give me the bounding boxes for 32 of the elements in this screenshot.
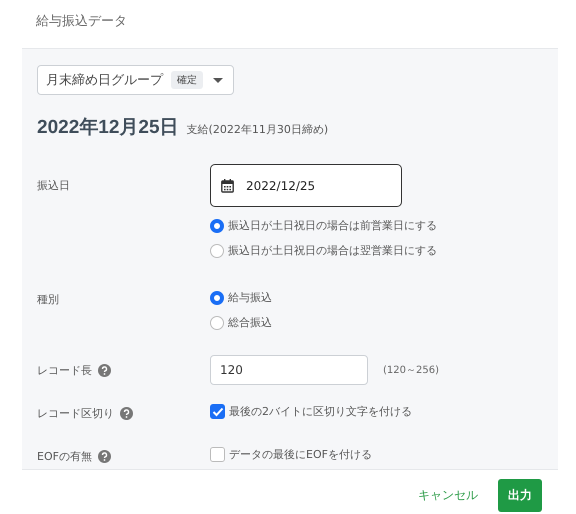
radio-button[interactable] <box>210 218 224 232</box>
payday-note: 支給(2022年11月30日締め) <box>186 122 328 137</box>
field-label: レコード区切り <box>37 406 114 420</box>
radio-button[interactable] <box>210 244 224 258</box>
radio-button[interactable] <box>210 316 224 330</box>
radio-option[interactable]: 振込日が土日祝日の場合は翌営業日にする <box>210 238 437 263</box>
payday-date: 2022年12月25日 <box>37 116 179 140</box>
field-label: 種別 <box>37 292 59 306</box>
checkbox[interactable] <box>210 447 225 462</box>
help-icon[interactable] <box>98 364 111 376</box>
radio-option[interactable]: 振込日が土日祝日の場合は前営業日にする <box>210 213 437 238</box>
field-label: EOFの有無 <box>37 448 92 464</box>
field-label: レコード長 <box>37 362 92 378</box>
checkbox-option[interactable]: データの最後にEOFを付ける <box>210 442 372 467</box>
record-length-input[interactable]: 120 <box>210 355 368 385</box>
range-hint: (120～256) <box>383 364 439 377</box>
dialog-title: 給与振込データ <box>35 13 128 31</box>
calendar-icon <box>221 178 234 192</box>
checkbox[interactable] <box>210 404 225 419</box>
help-icon[interactable] <box>120 406 133 420</box>
radio-option[interactable]: 総合振込 <box>210 310 272 335</box>
field-label: 振込日 <box>37 178 70 192</box>
radio-option[interactable]: 給与振込 <box>210 285 272 310</box>
group-select[interactable]: 月末締め日グループ 確定 <box>37 65 234 95</box>
date-field[interactable]: 2022/12/25 <box>210 164 402 207</box>
help-icon[interactable] <box>98 450 111 462</box>
cancel-button[interactable]: キャンセル <box>414 481 482 510</box>
checkbox-option[interactable]: 最後の2バイトに区切り文字を付ける <box>210 399 412 424</box>
radio-button[interactable] <box>210 290 224 304</box>
caret-icon <box>213 78 223 82</box>
output-button[interactable]: 出力 <box>498 479 542 512</box>
status-badge: 確定 <box>171 71 203 89</box>
